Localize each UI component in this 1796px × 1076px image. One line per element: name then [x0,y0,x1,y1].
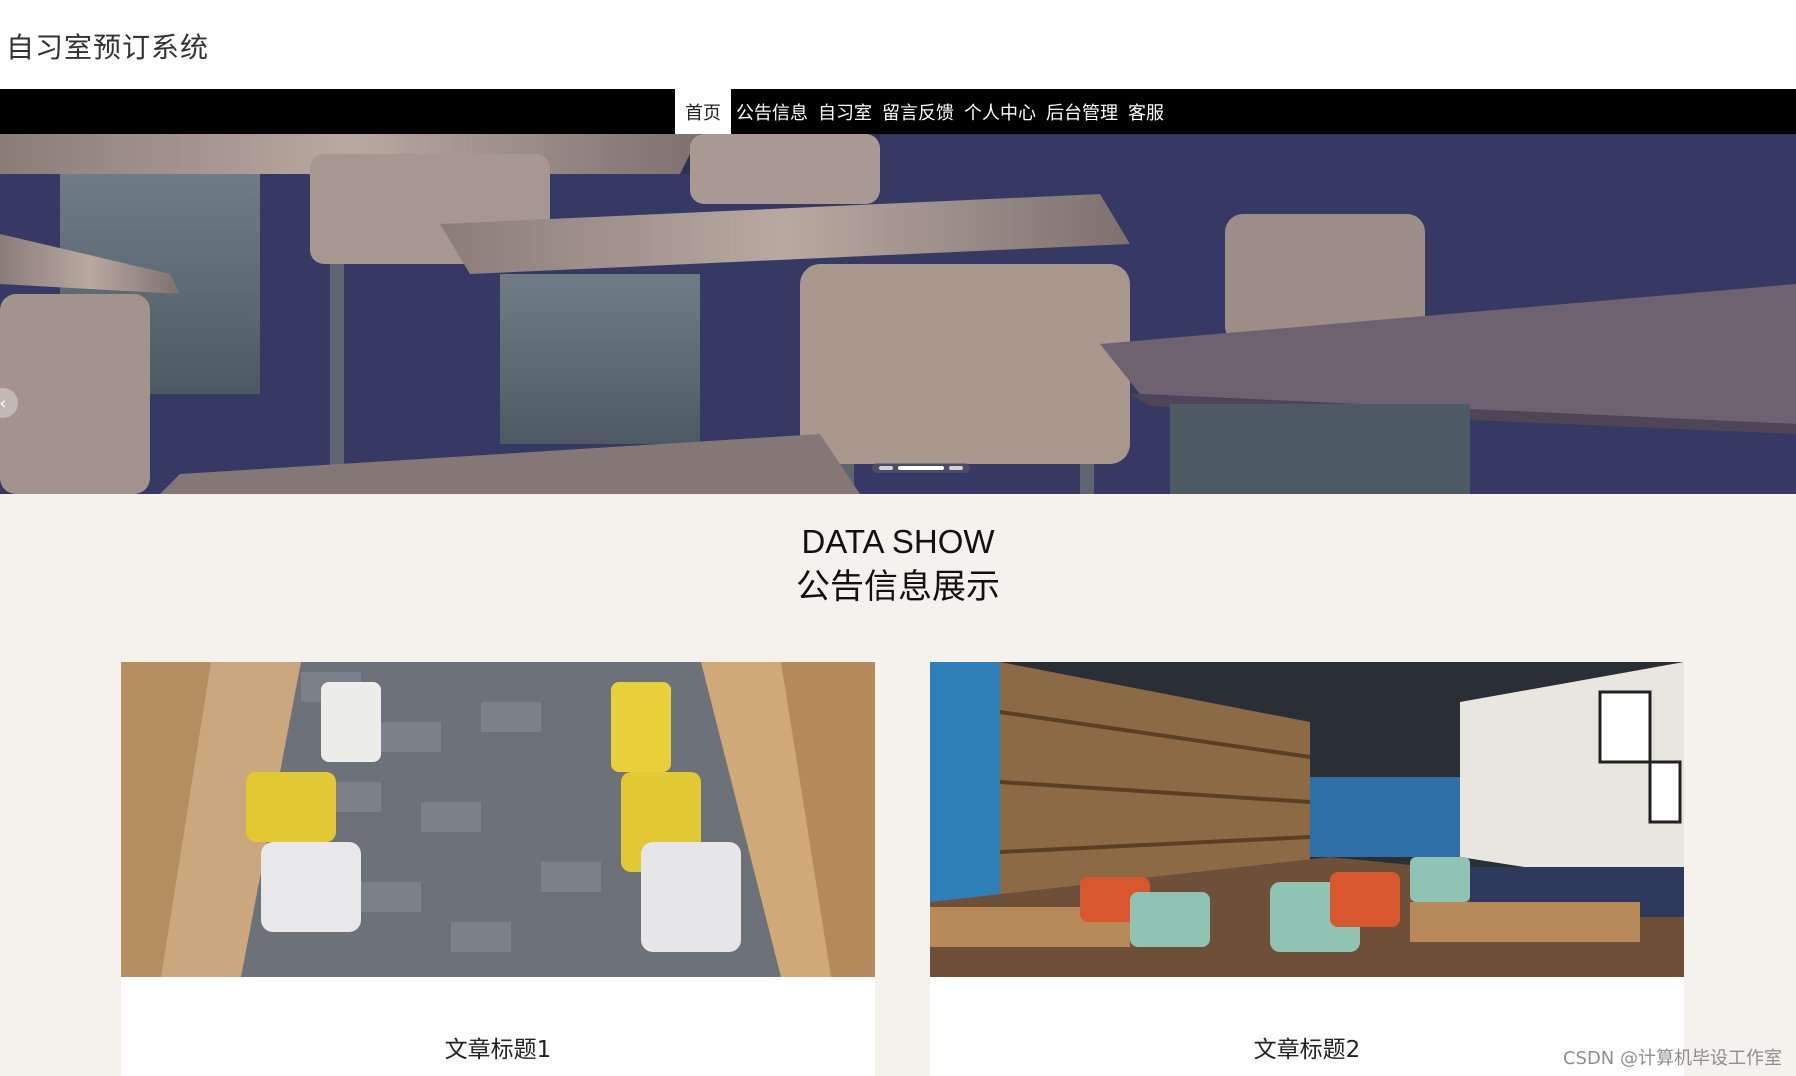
carousel-dot-2[interactable] [898,466,944,470]
nav-item-profile[interactable]: 个人中心 [959,89,1041,134]
section-title-en: DATA SHOW [801,523,995,560]
section-header: DATA SHOW 公告信息展示 [0,520,1796,610]
chevron-left-icon: ‹ [0,392,7,414]
article-image-1[interactable] [121,662,875,977]
carousel-dot-3[interactable] [949,466,963,470]
article-card-1[interactable]: 文章标题1 [121,662,875,1076]
carousel-dot-1[interactable] [879,466,893,470]
section-title-cn: 公告信息展示 [796,567,1000,607]
nav-item-admin[interactable]: 后台管理 [1041,89,1123,134]
study-hall-image [121,662,875,977]
nav-list: 首页 公告信息 自习室 留言反馈 个人中心 后台管理 客服 [675,89,1169,134]
banner-carousel[interactable]: ‹ [0,134,1796,494]
article-title-1[interactable]: 文章标题1 [121,1030,875,1064]
nav-item-feedback[interactable]: 留言反馈 [877,89,959,134]
carousel-indicators [872,463,970,473]
site-title[interactable]: 自习室预订系统 [6,26,209,66]
header-bar: 自习室预订系统 [0,0,1796,89]
csdn-watermark: CSDN @计算机毕设工作室 [1562,1048,1782,1069]
library-cafe-image [930,662,1684,977]
nav-item-customer-service[interactable]: 客服 [1123,89,1169,134]
classroom-banner-image [0,134,1796,494]
nav-item-study-rooms[interactable]: 自习室 [813,89,877,134]
article-image-2[interactable] [930,662,1684,977]
nav-item-announcements[interactable]: 公告信息 [731,89,813,134]
nav-item-home[interactable]: 首页 [675,89,731,134]
main-nav: 首页 公告信息 自习室 留言反馈 个人中心 后台管理 客服 [0,89,1796,134]
article-card-2[interactable]: 文章标题2 [930,662,1684,1076]
